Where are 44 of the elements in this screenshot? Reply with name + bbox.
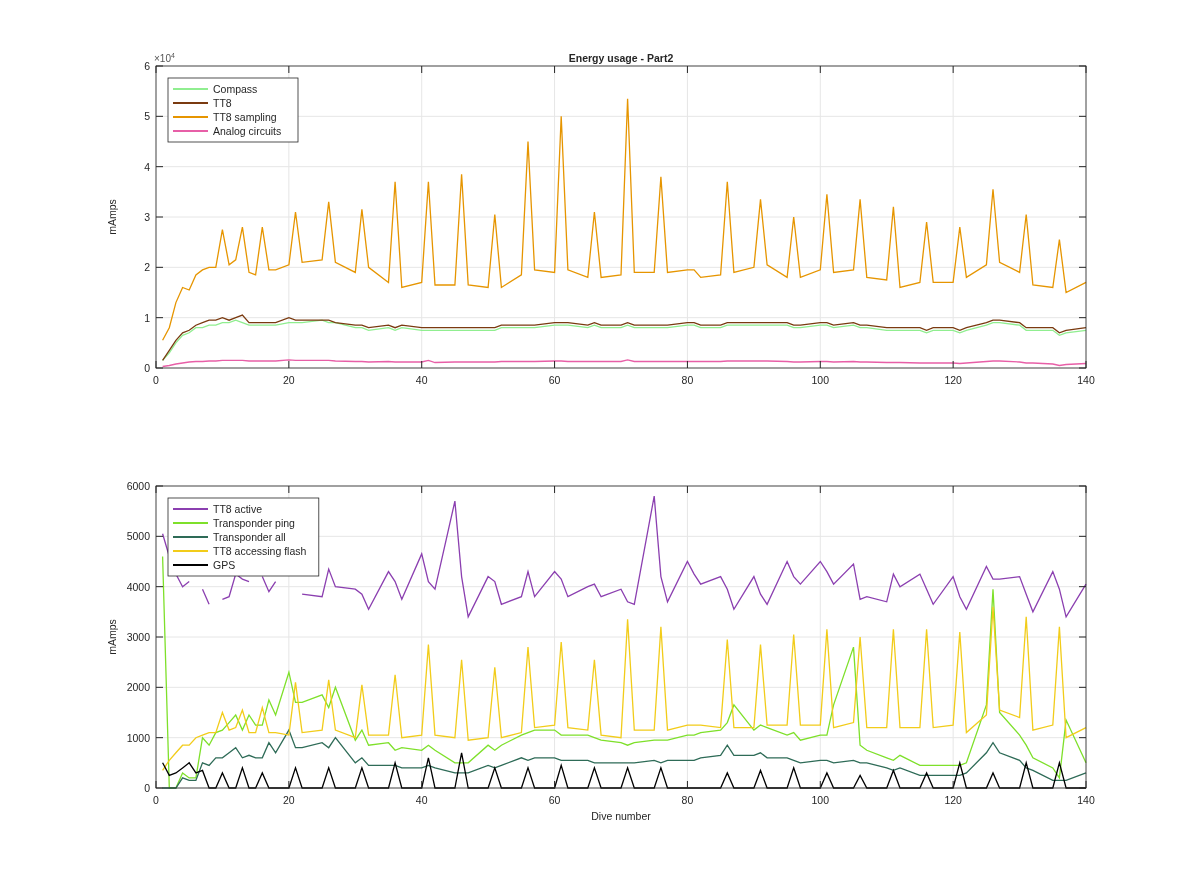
tick-label: 2 bbox=[144, 261, 150, 274]
tick-label: 2000 bbox=[126, 681, 150, 694]
tick-label: 40 bbox=[415, 374, 428, 386]
tick-label: 3000 bbox=[126, 631, 150, 643]
tick-label: 40 bbox=[415, 794, 428, 806]
axis-label: mAmps bbox=[106, 619, 118, 655]
tick-label: 120 bbox=[944, 794, 962, 806]
legend-label: Transponder ping bbox=[213, 516, 295, 529]
axis-label: mAmps bbox=[106, 199, 118, 235]
tick-label: 60 bbox=[548, 794, 561, 806]
tick-label: 6 bbox=[144, 60, 150, 72]
tick-label: 0 bbox=[144, 782, 150, 794]
legend-label: GPS bbox=[213, 558, 236, 571]
legend-label: Analog circuits bbox=[213, 124, 282, 137]
tick-label: 120 bbox=[944, 374, 962, 386]
legend-label: TT8 sampling bbox=[213, 110, 277, 123]
tick-label: 4 bbox=[144, 160, 150, 173]
axis-multiplier: ×10$^{4}$ bbox=[154, 52, 175, 65]
tick-label: 80 bbox=[681, 794, 694, 806]
tick-label: 100 bbox=[811, 794, 830, 806]
legend-label: Transponder all bbox=[213, 530, 286, 543]
tick-label: 1 bbox=[144, 311, 150, 324]
tick-label: 0 bbox=[144, 362, 150, 374]
tick-label: 6000 bbox=[126, 480, 150, 492]
legend-label: TT8 accessing flash bbox=[213, 544, 307, 557]
tick-label: 3 bbox=[144, 211, 150, 223]
tick-label: 5 bbox=[144, 110, 150, 123]
tick-label: 5000 bbox=[126, 530, 150, 543]
tick-label: 0 bbox=[153, 794, 159, 806]
tick-label: 1000 bbox=[126, 731, 150, 744]
tick-label: 4000 bbox=[126, 580, 150, 593]
legend-label: TT8 bbox=[213, 96, 232, 109]
tick-label: 20 bbox=[283, 794, 295, 806]
tick-label: 60 bbox=[548, 374, 561, 386]
tick-label: 80 bbox=[681, 374, 694, 386]
tick-label: 0 bbox=[153, 374, 159, 386]
tick-label: 20 bbox=[283, 374, 295, 386]
chart-title: Energy usage - Part2 bbox=[568, 52, 674, 64]
tick-label: 100 bbox=[811, 374, 830, 386]
tick-label: 140 bbox=[1077, 374, 1095, 386]
legend-label: Compass bbox=[213, 82, 258, 95]
tick-label: 140 bbox=[1077, 794, 1095, 806]
axis-label: Dive number bbox=[591, 810, 651, 822]
legend-label: TT8 active bbox=[213, 502, 262, 515]
